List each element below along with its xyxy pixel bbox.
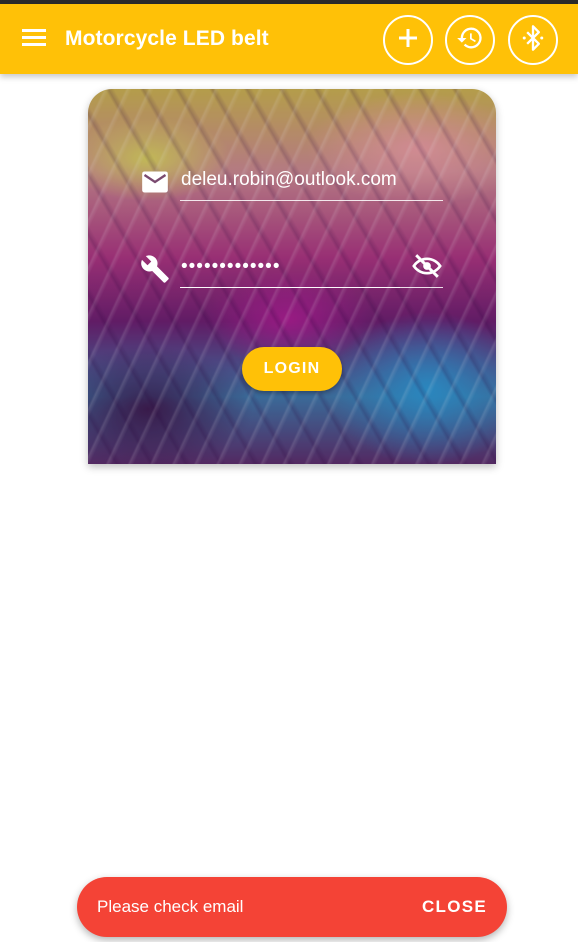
bluetooth-searching-icon: [519, 24, 547, 57]
snackbar: Please check email CLOSE: [77, 877, 507, 937]
history-button[interactable]: [445, 15, 495, 65]
history-icon: [456, 24, 484, 57]
snackbar-close-button[interactable]: CLOSE: [422, 877, 487, 937]
login-button[interactable]: LOGIN: [242, 347, 342, 391]
password-field[interactable]: [180, 248, 400, 288]
app-title: Motorcycle LED belt: [65, 27, 269, 50]
menu-button[interactable]: [14, 19, 54, 59]
menu-icon: [21, 27, 47, 52]
snackbar-message: Please check email: [97, 897, 244, 916]
email-field-group: [138, 161, 443, 201]
wrench-icon: [140, 254, 170, 284]
add-button[interactable]: [383, 15, 433, 65]
email-field[interactable]: [180, 161, 443, 201]
login-card: LOGIN: [88, 89, 496, 464]
plus-icon: [397, 27, 419, 54]
bluetooth-button[interactable]: [508, 15, 558, 65]
app-bar: Motorcycle LED belt: [0, 4, 578, 74]
mail-icon: [140, 167, 170, 197]
visibility-toggle[interactable]: [410, 253, 444, 283]
eye-off-icon: [412, 253, 442, 283]
password-field-group: [138, 248, 443, 288]
